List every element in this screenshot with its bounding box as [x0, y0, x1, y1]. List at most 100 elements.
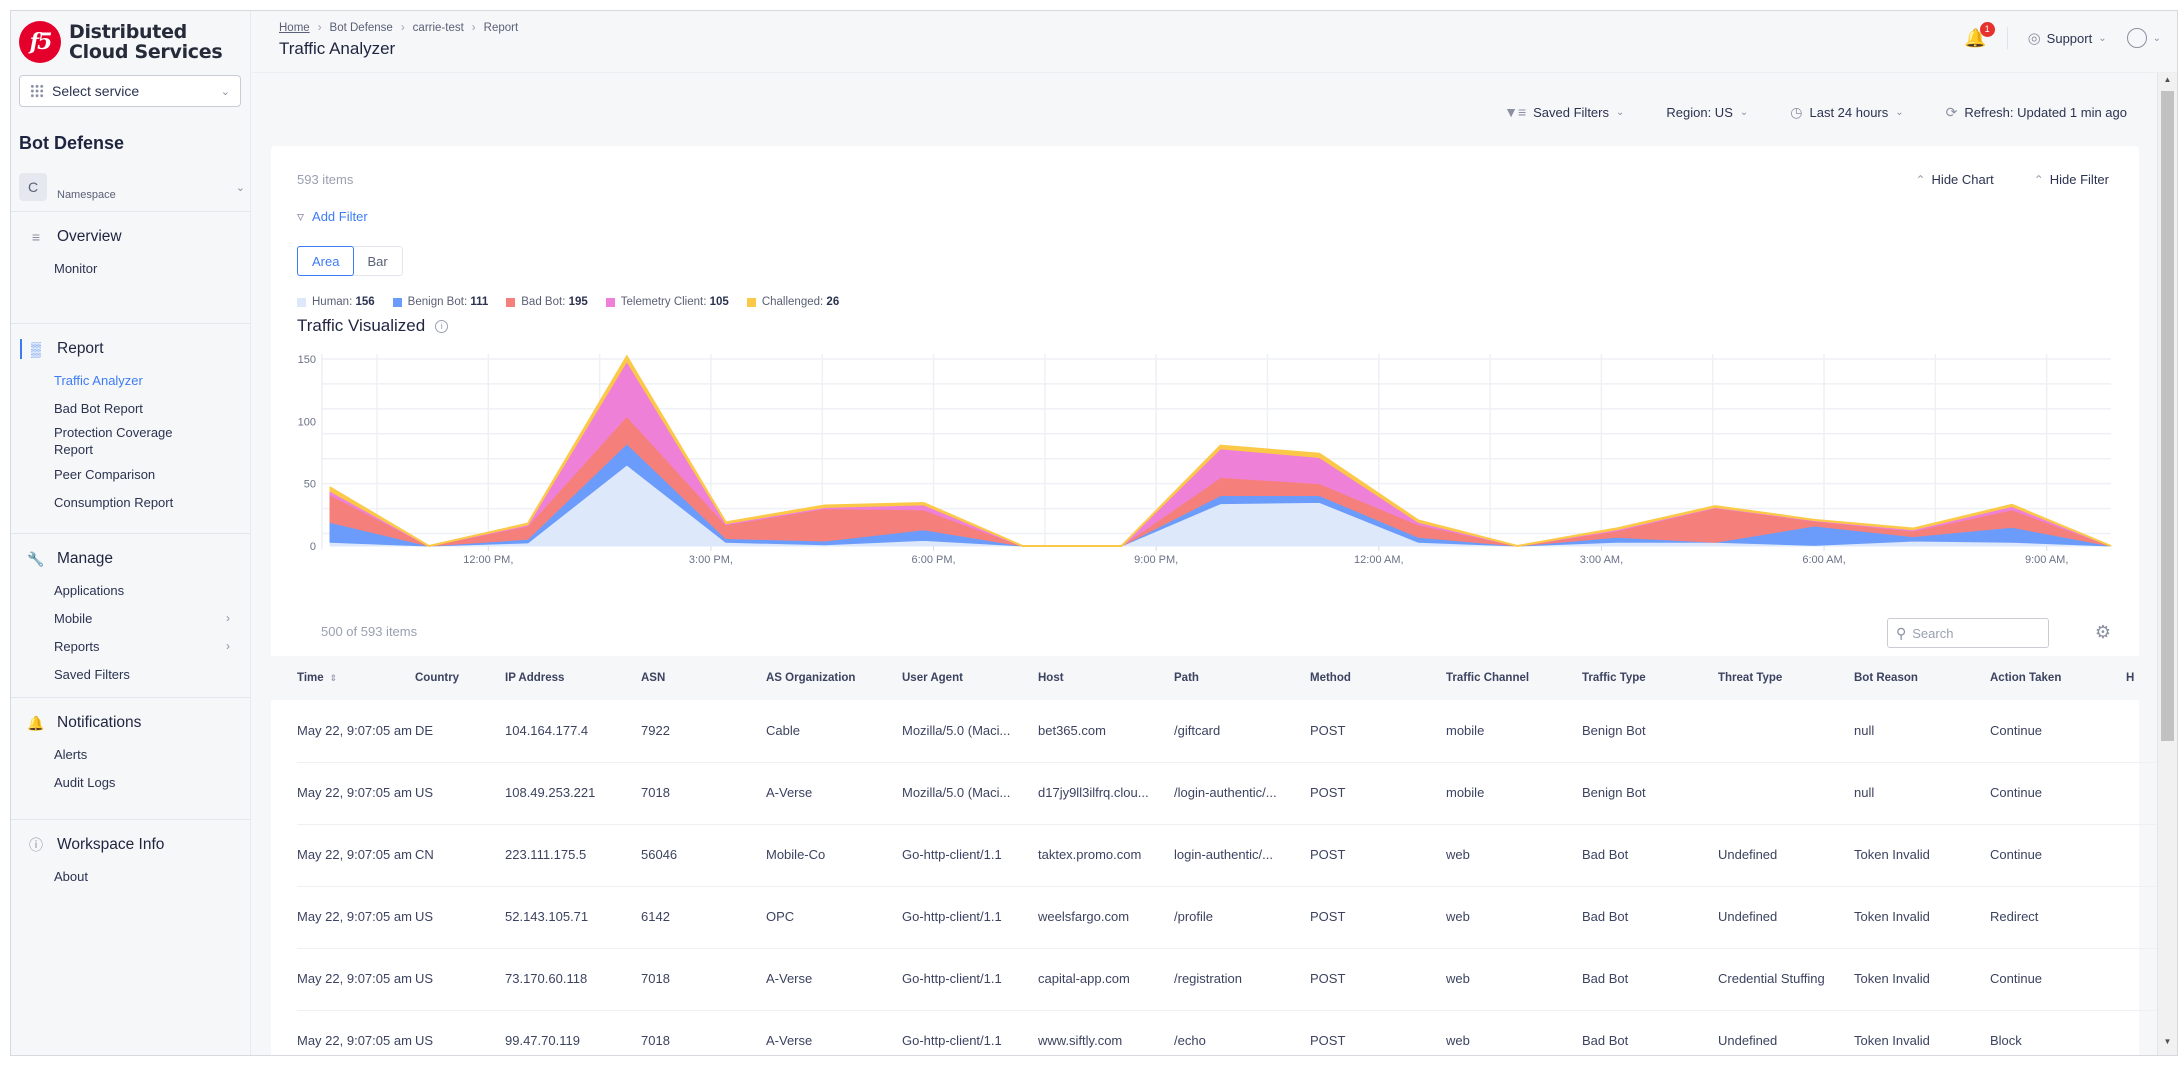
- column-header-label: User Agent: [902, 672, 963, 684]
- column-header-traffic-type[interactable]: Traffic Type: [1582, 656, 1718, 700]
- column-header-bot-reason[interactable]: Bot Reason: [1854, 656, 1990, 700]
- breadcrumb-bot-defense[interactable]: Bot Defense: [330, 22, 393, 34]
- column-header-action-taken[interactable]: Action Taken: [1990, 656, 2126, 700]
- legend-count: 195: [568, 296, 588, 308]
- sidebar-item-mobile[interactable]: Mobile ›: [11, 604, 250, 632]
- column-header-asn[interactable]: ASN: [641, 656, 766, 700]
- x-tick-label-time: 6:00 AM,: [1802, 554, 1845, 566]
- refresh-button[interactable]: ⟳ Refresh: Updated 1 min ago: [1946, 104, 2127, 121]
- table-row[interactable]: May 22, 9:07:05 am DE 104.164.177.4 7922 Cab…: [271, 700, 2177, 763]
- saved-filters-dropdown[interactable]: ▼≡ Saved Filters ⌄: [1504, 104, 1624, 120]
- chart-title: Traffic Visualized i: [297, 316, 449, 336]
- divider: [2006, 27, 2008, 49]
- column-header-as-organization[interactable]: AS Organization: [766, 656, 902, 700]
- tab-bar[interactable]: Bar: [353, 247, 401, 275]
- info-icon[interactable]: i: [435, 319, 449, 333]
- sidebar-item-alerts[interactable]: Alerts: [11, 740, 250, 768]
- sidebar-heading-manage[interactable]: 🔧 Manage: [11, 542, 250, 576]
- cell-country: CN: [415, 824, 505, 887]
- namespace-selector[interactable]: C Namespace ⌄: [19, 169, 245, 205]
- legend-label: Telemetry Client: [620, 296, 704, 308]
- refresh-label: Refresh: Updated 1 min ago: [1964, 104, 2127, 120]
- legend-count: 111: [470, 296, 489, 308]
- table-row[interactable]: May 22, 9:07:05 am US 99.47.70.119 7018 A-Ve…: [271, 1010, 2177, 1055]
- app-window: f5 Distributed Cloud Services Select ser…: [10, 10, 2178, 1056]
- sidebar-item-consumption-report[interactable]: Consumption Report: [11, 488, 250, 516]
- search-input[interactable]: [1912, 625, 2033, 641]
- chevron-right-icon: ›: [471, 22, 476, 34]
- search-icon: ⚲: [1896, 624, 1907, 641]
- sidebar-item-applications[interactable]: Applications: [11, 576, 250, 604]
- vertical-scrollbar[interactable]: ▲ ▼: [2157, 73, 2177, 1055]
- sidebar-item-bad-bot-report[interactable]: Bad Bot Report: [11, 394, 250, 422]
- add-filter-label: Add Filter: [312, 209, 368, 224]
- legend-item-challenged[interactable]: Challenged: 26: [746, 296, 839, 308]
- sidebar-item-traffic-analyzer[interactable]: Traffic Analyzer: [11, 366, 250, 394]
- tab-area[interactable]: Area: [297, 246, 355, 276]
- cell-user-agent: Go-http-client/1.1: [902, 1010, 1038, 1055]
- column-header-label: IP Address: [505, 672, 565, 684]
- scroll-down-icon[interactable]: ▼: [2158, 1037, 2177, 1053]
- add-filter-button[interactable]: ▿ Add Filter: [297, 208, 368, 225]
- sidebar-item-monitor[interactable]: Monitor: [11, 254, 250, 282]
- table-row[interactable]: May 22, 9:07:05 am US 52.143.105.71 6142 OPC…: [271, 886, 2177, 949]
- cell-as-organization: Cable: [766, 700, 902, 763]
- cell-asn: 7922: [641, 700, 766, 763]
- sort-icon[interactable]: ⇕: [330, 673, 338, 683]
- breadcrumb-home[interactable]: Home: [279, 22, 310, 34]
- gear-icon[interactable]: ⚙: [2095, 622, 2111, 643]
- sidebar-item-peer-comparison[interactable]: Peer Comparison: [11, 460, 250, 488]
- cell-host: bet365.com: [1038, 700, 1174, 763]
- cell-user-agent: Mozilla/5.0 (Maci...: [902, 700, 1038, 763]
- table-row[interactable]: May 22, 9:07:05 am US 73.170.60.118 7018 A-V…: [271, 948, 2177, 1011]
- column-header-country[interactable]: Country: [415, 656, 505, 700]
- region-dropdown[interactable]: Region: US ⌄: [1666, 105, 1748, 120]
- sidebar-heading-notifications[interactable]: 🔔 Notifications: [11, 706, 250, 740]
- sidebar-item-saved-filters[interactable]: Saved Filters: [11, 660, 250, 688]
- sidebar-item-audit-logs[interactable]: Audit Logs: [11, 768, 250, 796]
- logo[interactable]: f5 Distributed Cloud Services: [19, 21, 223, 63]
- sidebar-item-reports[interactable]: Reports ›: [11, 632, 250, 660]
- header-spacer: [271, 656, 297, 700]
- cell-ip-address: 223.111.175.5: [505, 824, 641, 887]
- legend-swatch: [297, 297, 306, 307]
- column-header-method[interactable]: Method: [1310, 656, 1446, 700]
- legend-item-benign-bot[interactable]: Benign Bot: 111: [392, 296, 489, 308]
- scrollbar-thumb[interactable]: [2161, 91, 2174, 741]
- legend-item-human[interactable]: Human: 156: [297, 296, 375, 308]
- notifications-button[interactable]: 🔔 1: [1964, 21, 1995, 49]
- column-header-path[interactable]: Path: [1174, 656, 1310, 700]
- table-row[interactable]: May 22, 9:07:05 am US 108.49.253.221 7018 A-…: [271, 762, 2177, 825]
- support-menu[interactable]: ◎ Support ⌄: [2028, 29, 2107, 47]
- legend-item-telemetry-client[interactable]: Telemetry Client: 105: [605, 296, 729, 308]
- bar-chart-icon: ▒: [31, 341, 41, 357]
- column-header-time[interactable]: Time ⇕: [297, 656, 415, 700]
- column-header-traffic-channel[interactable]: Traffic Channel: [1446, 656, 1582, 700]
- cell-threat-type: [1718, 762, 1854, 825]
- column-header-host[interactable]: Host: [1038, 656, 1174, 700]
- time-range-dropdown[interactable]: ◷ Last 24 hours ⌄: [1790, 104, 1903, 121]
- hide-filter-button[interactable]: ⌃ Hide Filter: [2034, 172, 2109, 187]
- legend-label: Human: [312, 296, 350, 308]
- cell-traffic-channel: web: [1446, 886, 1582, 949]
- sidebar-item-about[interactable]: About: [11, 862, 250, 890]
- user-menu[interactable]: ⌄: [2126, 28, 2161, 48]
- select-service-dropdown[interactable]: Select service ⌄: [19, 75, 241, 107]
- sidebar-heading-workspace-info[interactable]: ⓘ Workspace Info: [11, 828, 250, 862]
- cell-time: May 22, 9:07:05 am: [297, 762, 415, 825]
- table-search[interactable]: ⚲: [1887, 618, 2049, 648]
- table-row[interactable]: May 22, 9:07:05 am CN 223.111.175.5 56046 Mo…: [271, 824, 2177, 887]
- legend-item-bad-bot[interactable]: Bad Bot: 195: [506, 296, 588, 308]
- f5-logo-icon: f5: [19, 21, 61, 63]
- hide-chart-button[interactable]: ⌃ Hide Chart: [1915, 172, 1993, 187]
- sidebar-heading-report[interactable]: ▒ Report: [11, 332, 250, 366]
- x-tick-label-time: 3:00 PM,: [689, 554, 733, 566]
- scroll-up-icon[interactable]: ▲: [2158, 75, 2177, 91]
- sidebar-heading-overview[interactable]: ≡ Overview: [11, 220, 250, 254]
- column-header-user-agent[interactable]: User Agent: [902, 656, 1038, 700]
- column-header-threat-type[interactable]: Threat Type: [1718, 656, 1854, 700]
- breadcrumb-namespace[interactable]: carrie-test: [413, 22, 464, 34]
- cell-method: POST: [1310, 948, 1446, 1011]
- column-header-ip-address[interactable]: IP Address: [505, 656, 641, 700]
- sidebar-item-protection-coverage-report[interactable]: Protection Coverage Report: [11, 422, 250, 460]
